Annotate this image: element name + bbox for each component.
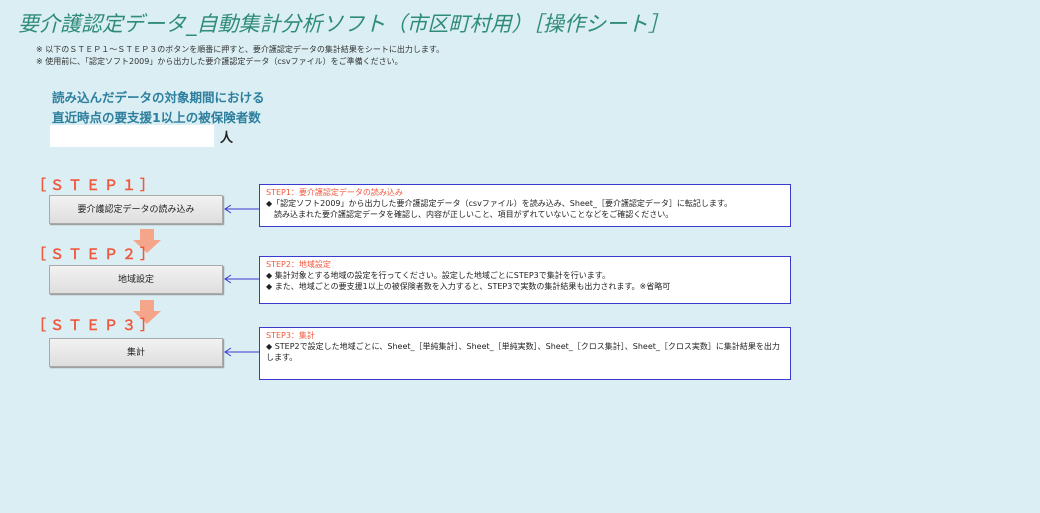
step2-desc-line1: ◆ 集計対象とする地域の設定を行ってください。設定した地域ごとにSTEP3で集計… <box>266 271 610 280</box>
step3-description: STEP3：集計 ◆ STEP2で設定した地域ごとに、Sheet_［単純集計］、… <box>259 327 791 380</box>
step1-desc-title: STEP1：要介護認定データの読み込み <box>266 188 403 197</box>
arrow-left-icon <box>224 274 259 284</box>
step3-desc-title: STEP3：集計 <box>266 331 315 340</box>
aggregate-button[interactable]: 集計 <box>49 338 223 367</box>
insured-count-input[interactable] <box>50 125 214 147</box>
instruction-note-1: ※ 以下のＳＴＥＰ１～ＳＴＥＰ３のボタンを順番に押すと、要介護認定データの集計結… <box>36 45 445 54</box>
step1-desc-line2: 読み込まれた要介護認定データを確認し、内容が正しいこと、項目がずれていないことな… <box>266 210 674 219</box>
arrow-left-icon <box>224 204 259 214</box>
step2-desc-title: STEP2：地域設定 <box>266 260 331 269</box>
step3-label: ［ＳＴＥＰ３］ <box>32 318 158 334</box>
step2-label: ［ＳＴＥＰ２］ <box>32 247 158 263</box>
count-label-line2: 直近時点の要支援1以上の被保険者数 <box>52 110 261 125</box>
load-data-button[interactable]: 要介護認定データの読み込み <box>49 195 223 224</box>
count-unit: 人 <box>220 131 234 146</box>
step2-description: STEP2：地域設定 ◆ 集計対象とする地域の設定を行ってください。設定した地域… <box>259 256 791 304</box>
count-label-line1: 読み込んだデータの対象期間における <box>52 90 265 105</box>
step1-description: STEP1：要介護認定データの読み込み ◆「認定ソフト2009」から出力した要介… <box>259 184 791 227</box>
step1-desc-line1: ◆「認定ソフト2009」から出力した要介護認定データ（csvファイル）を読み込み… <box>266 199 733 208</box>
step2-desc-line2: ◆ また、地域ごとの要支援1以上の被保険者数を入力すると、STEP3で実数の集計… <box>266 282 671 291</box>
step1-label: ［ＳＴＥＰ１］ <box>32 178 158 194</box>
instruction-note-2: ※ 使用前に、「認定ソフト2009」から出力した要介護認定データ（csvファイル… <box>36 57 403 66</box>
page-title: 要介護認定データ_自動集計分析ソフト（市区町村用）［操作シート］ <box>18 12 669 36</box>
arrow-left-icon <box>224 347 259 357</box>
region-settings-button[interactable]: 地域設定 <box>49 265 223 294</box>
step3-desc-line1: ◆ STEP2で設定した地域ごとに、Sheet_［単純集計］、Sheet_［単純… <box>266 342 780 362</box>
